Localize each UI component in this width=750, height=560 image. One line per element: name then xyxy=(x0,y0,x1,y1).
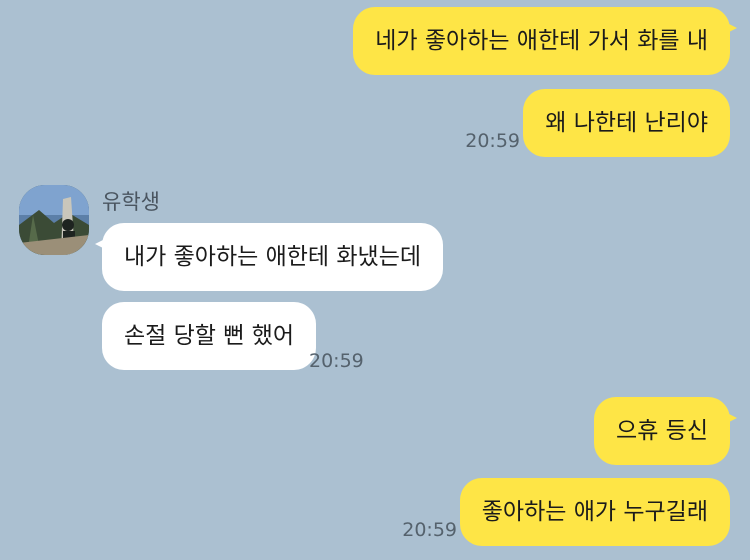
chat-area: 네가 좋아하는 애한테 가서 화를 내 왜 나한테 난리야 20:59 유학생 … xyxy=(0,0,750,560)
message-bubble-incoming[interactable]: 손절 당할 뻔 했어 xyxy=(102,302,317,370)
message-bubble-outgoing[interactable]: 으휴 등신 xyxy=(594,397,737,465)
message-timestamp: 20:59 xyxy=(309,350,364,372)
message-bubble-incoming[interactable]: 내가 좋아하는 애한테 화냈는데 xyxy=(94,223,444,291)
message-bubble-outgoing[interactable]: 왜 나한테 난리야 xyxy=(523,89,730,157)
message-bubble-outgoing[interactable]: 네가 좋아하는 애한테 가서 화를 내 xyxy=(353,7,737,75)
profile-photo-icon xyxy=(19,185,89,255)
message-timestamp: 20:59 xyxy=(465,130,520,152)
avatar[interactable] xyxy=(19,185,89,255)
sender-name: 유학생 xyxy=(102,190,160,214)
message-bubble-outgoing[interactable]: 좋아하는 애가 누구길래 xyxy=(459,478,730,546)
message-timestamp: 20:59 xyxy=(402,519,457,541)
